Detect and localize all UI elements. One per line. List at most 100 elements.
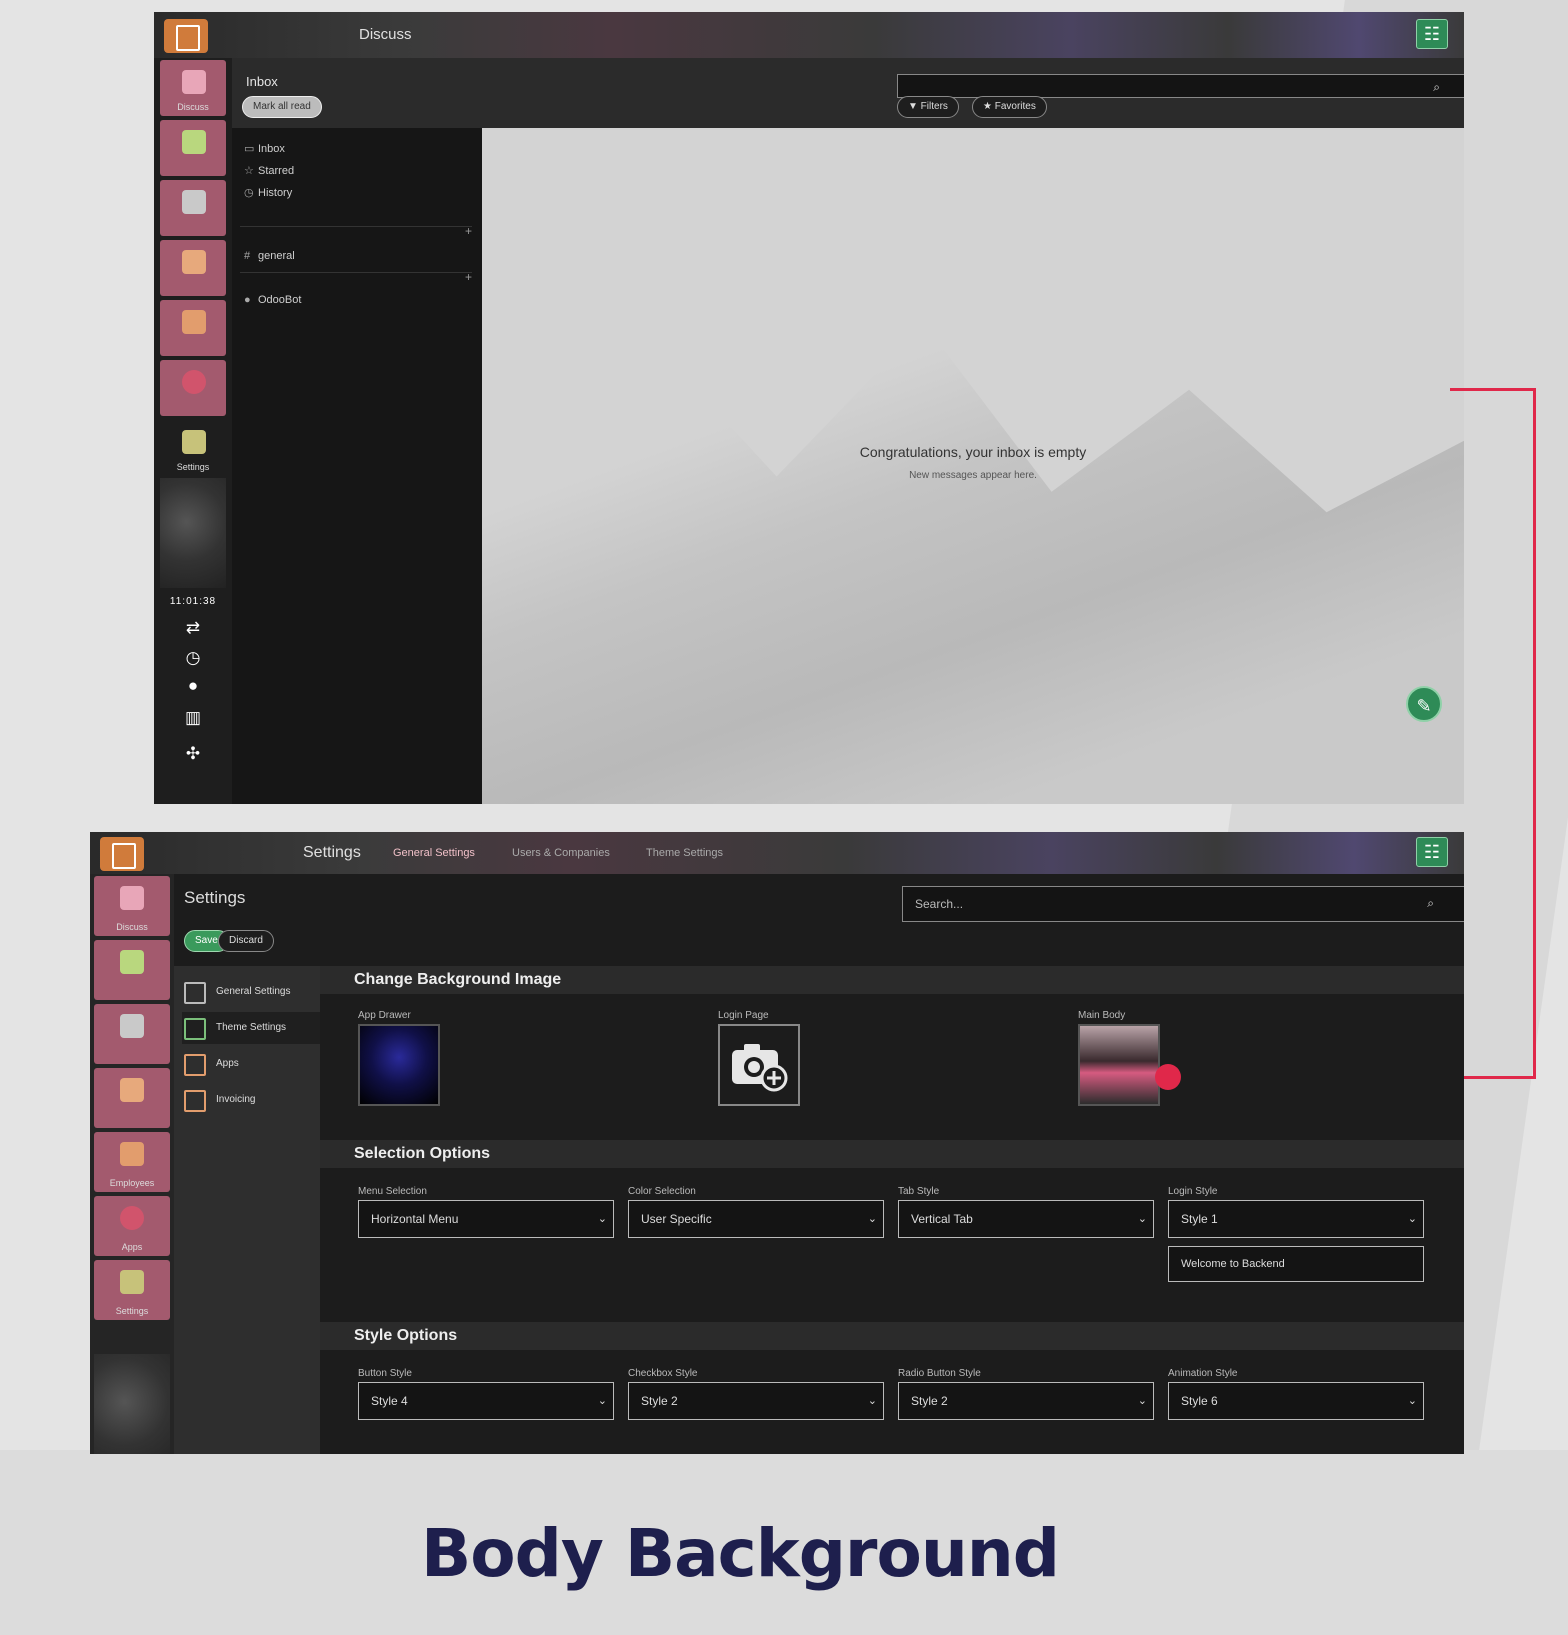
- camera-add-icon: [732, 1044, 788, 1092]
- animation-style-label: Animation Style: [1168, 1368, 1238, 1379]
- messages-icon[interactable]: ●: [180, 676, 206, 698]
- connector-dot: [1155, 1064, 1181, 1090]
- search-icon[interactable]: ⌕: [1427, 896, 1434, 911]
- section-heading: Style Options: [320, 1322, 1464, 1350]
- login-page-label: Login Page: [718, 1010, 769, 1021]
- sidebar-item-calendar[interactable]: [160, 120, 226, 176]
- chevron-down-icon: ⌄: [1137, 1213, 1147, 1225]
- button-style-select[interactable]: Style 4 ⌄: [358, 1382, 614, 1420]
- mailbox-inbox[interactable]: ▭ Inbox: [244, 142, 285, 155]
- app-sidebar: Discuss Employees Apps Settings: [90, 874, 174, 1454]
- tab-style-select[interactable]: Vertical Tab ⌄: [898, 1200, 1154, 1238]
- settings-menu-item[interactable]: Invoicing: [182, 1084, 320, 1116]
- channel-general[interactable]: # general: [244, 250, 295, 262]
- sidebar-item-label: Discuss: [116, 922, 148, 932]
- discard-button[interactable]: Discard: [218, 930, 274, 952]
- select-value: Style 2: [641, 1394, 678, 1408]
- settings-window: Settings General Settings Users & Compan…: [90, 832, 1464, 1454]
- checkbox-style-select[interactable]: Style 2 ⌄: [628, 1382, 884, 1420]
- tab-theme-settings[interactable]: Theme Settings: [646, 847, 723, 859]
- history-icon: ◷: [244, 187, 254, 199]
- mailbox-history[interactable]: ◷ History: [244, 186, 292, 199]
- select-value: Vertical Tab: [911, 1212, 973, 1226]
- main-body-image[interactable]: [1078, 1024, 1160, 1106]
- settings-menu-item[interactable]: Apps: [182, 1048, 320, 1080]
- sidebar-item-apps[interactable]: [160, 360, 226, 416]
- connector-line: [1450, 388, 1536, 391]
- app-sidebar: Discuss Settings 11:01:38 ⇄ ◷ ● ▥ ✣: [154, 58, 232, 804]
- welcome-text-input[interactable]: Welcome to Backend: [1168, 1246, 1424, 1282]
- caption-title: Body Background: [420, 1515, 1060, 1592]
- sidebar-item-settings[interactable]: Settings: [94, 1260, 170, 1320]
- search-input[interactable]: [897, 74, 1464, 98]
- sidebar-item-employees[interactable]: [160, 300, 226, 356]
- app-title: Discuss: [359, 26, 412, 43]
- color-selection-select[interactable]: User Specific ⌄: [628, 1200, 884, 1238]
- sidebar-item-discuss[interactable]: Discuss: [94, 876, 170, 936]
- tab-users-companies[interactable]: Users & Companies: [512, 847, 610, 859]
- app-drawer-image[interactable]: [358, 1024, 440, 1106]
- direct-messages-heading: +: [240, 270, 472, 284]
- sidebar-item-apps[interactable]: Apps: [94, 1196, 170, 1256]
- settings-menu-item[interactable]: Theme Settings: [182, 1012, 320, 1044]
- compose-icon[interactable]: ✎: [1406, 686, 1442, 722]
- channels-heading: +: [240, 224, 472, 238]
- sidebar-item-discuss[interactable]: Discuss: [160, 60, 226, 116]
- settings-menu-label: General Settings: [216, 986, 291, 997]
- app-logo-icon[interactable]: [164, 19, 208, 53]
- tab-general-settings[interactable]: General Settings: [393, 847, 475, 859]
- calendar-icon: [182, 130, 206, 154]
- sidebar-item-dashboard[interactable]: [94, 1068, 170, 1128]
- sidebar-item-settings[interactable]: Settings: [160, 420, 226, 476]
- dm-label: OdooBot: [258, 294, 302, 306]
- sidebar-item-contacts[interactable]: [94, 1004, 170, 1064]
- sidebar-item-label: Settings: [176, 462, 210, 472]
- sidebar-item-contacts[interactable]: [160, 180, 226, 236]
- chevron-down-icon: ⌄: [1407, 1395, 1417, 1407]
- sidebar-item-calendar[interactable]: [94, 940, 170, 1000]
- section-heading: Selection Options: [320, 1140, 1464, 1168]
- search-input[interactable]: Search...: [902, 886, 1464, 922]
- login-style-select[interactable]: Style 1 ⌄: [1168, 1200, 1424, 1238]
- settings-menu-item[interactable]: General Settings: [182, 976, 320, 1008]
- button-style-label: Button Style: [358, 1368, 412, 1379]
- apps-menu-icon[interactable]: ✣: [180, 744, 206, 766]
- select-value: Horizontal Menu: [371, 1212, 459, 1226]
- dm-odoobot[interactable]: ● OdooBot: [244, 294, 301, 306]
- settings-content: Change Background Image App Drawer Login…: [320, 966, 1464, 1454]
- translate-icon[interactable]: ⇄: [180, 618, 206, 640]
- discuss-window: Discuss ☷ Discuss Settings 11:01:38 ⇄ ◷ …: [154, 12, 1464, 804]
- login-page-image-upload[interactable]: [718, 1024, 800, 1106]
- settings-menu-label: Invoicing: [216, 1094, 256, 1105]
- activity-clock-icon[interactable]: ◷: [180, 648, 206, 670]
- gear-icon: [120, 1270, 144, 1294]
- apps-grid-icon[interactable]: ☷: [1416, 837, 1448, 867]
- chevron-down-icon: ⌄: [867, 1213, 877, 1225]
- add-channel-icon[interactable]: +: [465, 224, 472, 238]
- top-bar: Settings General Settings Users & Compan…: [90, 832, 1464, 874]
- favorites-button[interactable]: ★ Favorites: [972, 96, 1047, 118]
- app-title: Settings: [303, 844, 361, 861]
- status-dot-icon: ●: [244, 294, 251, 306]
- select-value: User Specific: [641, 1212, 712, 1226]
- company-icon[interactable]: ▥: [180, 708, 206, 730]
- login-style-label: Login Style: [1168, 1186, 1218, 1197]
- apps-grid-icon[interactable]: ☷: [1416, 19, 1448, 49]
- menu-selection-select[interactable]: Horizontal Menu ⌄: [358, 1200, 614, 1238]
- search-icon[interactable]: ⌕: [1433, 80, 1440, 95]
- add-dm-icon[interactable]: +: [465, 270, 472, 284]
- app-logo-icon[interactable]: [100, 837, 144, 871]
- sidebar-item-dashboard[interactable]: [160, 240, 226, 296]
- sidebar-item-label: Employees: [109, 1178, 155, 1188]
- settings-menu-label: Theme Settings: [216, 1022, 287, 1033]
- chat-icon: [182, 70, 206, 94]
- animation-style-select[interactable]: Style 6 ⌄: [1168, 1382, 1424, 1420]
- contacts-icon: [182, 190, 206, 214]
- mark-all-read-button[interactable]: Mark all read: [242, 96, 322, 118]
- radio-style-select[interactable]: Style 2 ⌄: [898, 1382, 1154, 1420]
- sidebar-item-employees[interactable]: Employees: [94, 1132, 170, 1192]
- gear-icon: [182, 430, 206, 454]
- mailbox-starred[interactable]: ☆ Starred: [244, 164, 294, 177]
- chevron-down-icon: ⌄: [597, 1213, 607, 1225]
- filters-button[interactable]: ▼ Filters: [897, 96, 959, 118]
